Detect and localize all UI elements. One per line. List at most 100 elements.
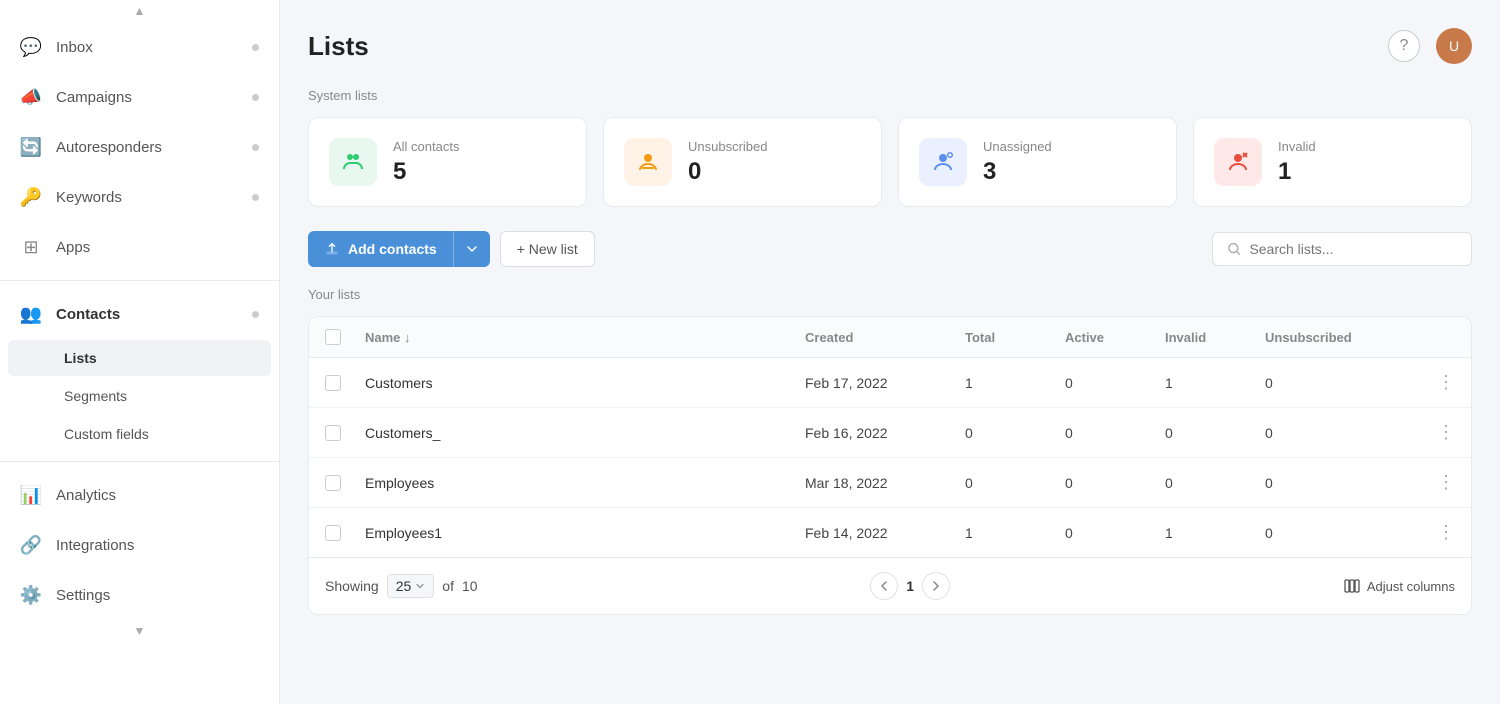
sidebar-item-campaigns[interactable]: 📣 Campaigns [0, 72, 279, 122]
row-total-3: 1 [965, 525, 1065, 541]
row-checkbox-3[interactable] [325, 525, 341, 541]
table-row: Employees Mar 18, 2022 0 0 0 0 ⋮ [309, 458, 1471, 508]
sidebar-item-contacts[interactable]: 👥 Contacts [0, 289, 279, 339]
row-invalid-2: 0 [1165, 475, 1265, 491]
system-card-all-contacts[interactable]: All contacts 5 [308, 117, 587, 207]
header-active[interactable]: Active [1065, 329, 1165, 345]
row-invalid-3: 1 [1165, 525, 1265, 541]
header-total[interactable]: Total [965, 329, 1065, 345]
per-page-select[interactable]: 25 [387, 574, 435, 598]
contacts-icon: 👥 [20, 303, 42, 325]
sidebar-item-apps[interactable]: ⊞ Apps [0, 222, 279, 272]
keywords-dot [252, 194, 259, 201]
your-lists-label: Your lists [308, 287, 1472, 302]
sidebar-item-analytics[interactable]: 📊 Analytics [0, 470, 279, 520]
sidebar-sub-item-custom-fields[interactable]: Custom fields [8, 416, 271, 452]
row-invalid-0: 1 [1165, 375, 1265, 391]
invalid-label: Invalid [1278, 139, 1316, 154]
row-more-button-1[interactable]: ⋮ [1405, 422, 1455, 443]
sidebar-item-label: Keywords [56, 189, 122, 206]
system-card-unsubscribed[interactable]: Unsubscribed 0 [603, 117, 882, 207]
select-all-checkbox[interactable] [325, 329, 341, 345]
unsubscribed-icon [624, 138, 672, 186]
new-list-button[interactable]: + New list [500, 231, 595, 267]
row-name-0[interactable]: Customers [365, 375, 805, 391]
chevron-left-icon [877, 579, 891, 593]
row-unsubscribed-3: 0 [1265, 525, 1405, 541]
sidebar-item-label: Settings [56, 587, 110, 604]
row-more-button-3[interactable]: ⋮ [1405, 522, 1455, 543]
prev-page-button[interactable] [870, 572, 898, 600]
pagination: Showing 25 of 10 1 [309, 557, 1471, 614]
columns-icon [1343, 577, 1361, 595]
row-checkbox-0[interactable] [325, 375, 341, 391]
sidebar-item-autoresponders[interactable]: 🔄 Autoresponders [0, 122, 279, 172]
autoresponders-dot [252, 144, 259, 151]
header-name[interactable]: Name ↓ [365, 329, 805, 345]
header-unsubscribed[interactable]: Unsubscribed [1265, 329, 1405, 345]
system-card-unassigned[interactable]: Unassigned 3 [898, 117, 1177, 207]
row-name-3[interactable]: Employees1 [365, 525, 805, 541]
sidebar-item-inbox[interactable]: 💬 Inbox [0, 22, 279, 72]
chevron-right-icon [929, 579, 943, 593]
sidebar-sub-item-lists[interactable]: Lists [8, 340, 271, 376]
row-checkbox-cell [325, 525, 365, 541]
row-active-2: 0 [1065, 475, 1165, 491]
sidebar-item-label: Integrations [56, 537, 134, 554]
adjust-columns-button[interactable]: Adjust columns [1343, 577, 1455, 595]
sidebar-item-integrations[interactable]: 🔗 Integrations [0, 520, 279, 570]
row-unsubscribed-1: 0 [1265, 425, 1405, 441]
table-row: Customers_ Feb 16, 2022 0 0 0 0 ⋮ [309, 408, 1471, 458]
unsubscribed-label: Unsubscribed [688, 139, 768, 154]
row-created-0: Feb 17, 2022 [805, 375, 965, 391]
row-checkbox-2[interactable] [325, 475, 341, 491]
sidebar-item-label: Apps [56, 239, 90, 256]
sidebar: ▲ 💬 Inbox 📣 Campaigns 🔄 Autoresponders 🔑… [0, 0, 280, 704]
sidebar-divider-2 [0, 461, 279, 462]
next-page-button[interactable] [922, 572, 950, 600]
avatar[interactable]: U [1436, 28, 1472, 64]
row-checkbox-cell [325, 425, 365, 441]
invalid-info: Invalid 1 [1278, 139, 1316, 186]
contacts-dot [252, 311, 259, 318]
settings-icon: ⚙️ [20, 584, 42, 606]
campaigns-icon: 📣 [20, 86, 42, 108]
upload-icon [324, 241, 340, 257]
chevron-down-icon [466, 243, 478, 255]
row-unsubscribed-0: 0 [1265, 375, 1405, 391]
integrations-icon: 🔗 [20, 534, 42, 556]
header-created[interactable]: Created [805, 329, 965, 345]
page-header: Lists ? U [308, 28, 1472, 64]
sidebar-item-settings[interactable]: ⚙️ Settings [0, 570, 279, 620]
main-content: Lists ? U System lists All contacts 5 [280, 0, 1500, 704]
sidebar-sub-item-segments[interactable]: Segments [8, 378, 271, 414]
row-more-button-0[interactable]: ⋮ [1405, 372, 1455, 393]
table-row: Customers Feb 17, 2022 1 0 1 0 ⋮ [309, 358, 1471, 408]
scroll-down-arrow[interactable]: ▼ [0, 620, 279, 642]
analytics-icon: 📊 [20, 484, 42, 506]
row-name-1[interactable]: Customers_ [365, 425, 805, 441]
invalid-icon [1214, 138, 1262, 186]
search-input[interactable] [1249, 241, 1457, 257]
sidebar-item-label: Campaigns [56, 89, 132, 106]
row-checkbox-1[interactable] [325, 425, 341, 441]
system-card-invalid[interactable]: Invalid 1 [1193, 117, 1472, 207]
header-invalid[interactable]: Invalid [1165, 329, 1265, 345]
sidebar-item-label: Analytics [56, 487, 116, 504]
unsubscribed-info: Unsubscribed 0 [688, 139, 768, 186]
add-contacts-dropdown-arrow[interactable] [454, 233, 490, 265]
table-row: Employees1 Feb 14, 2022 1 0 1 0 ⋮ [309, 508, 1471, 557]
sidebar-divider [0, 280, 279, 281]
scroll-up-arrow[interactable]: ▲ [0, 0, 279, 22]
help-icon[interactable]: ? [1388, 30, 1420, 62]
all-contacts-icon [329, 138, 377, 186]
search-box[interactable] [1212, 232, 1472, 266]
row-more-button-2[interactable]: ⋮ [1405, 472, 1455, 493]
row-name-2[interactable]: Employees [365, 475, 805, 491]
lists-table: Name ↓ Created Total Active Invalid Unsu… [308, 316, 1472, 615]
page-title: Lists [308, 31, 369, 62]
add-contacts-button[interactable]: Add contacts [308, 231, 490, 267]
sidebar-item-keywords[interactable]: 🔑 Keywords [0, 172, 279, 222]
row-total-1: 0 [965, 425, 1065, 441]
row-created-1: Feb 16, 2022 [805, 425, 965, 441]
